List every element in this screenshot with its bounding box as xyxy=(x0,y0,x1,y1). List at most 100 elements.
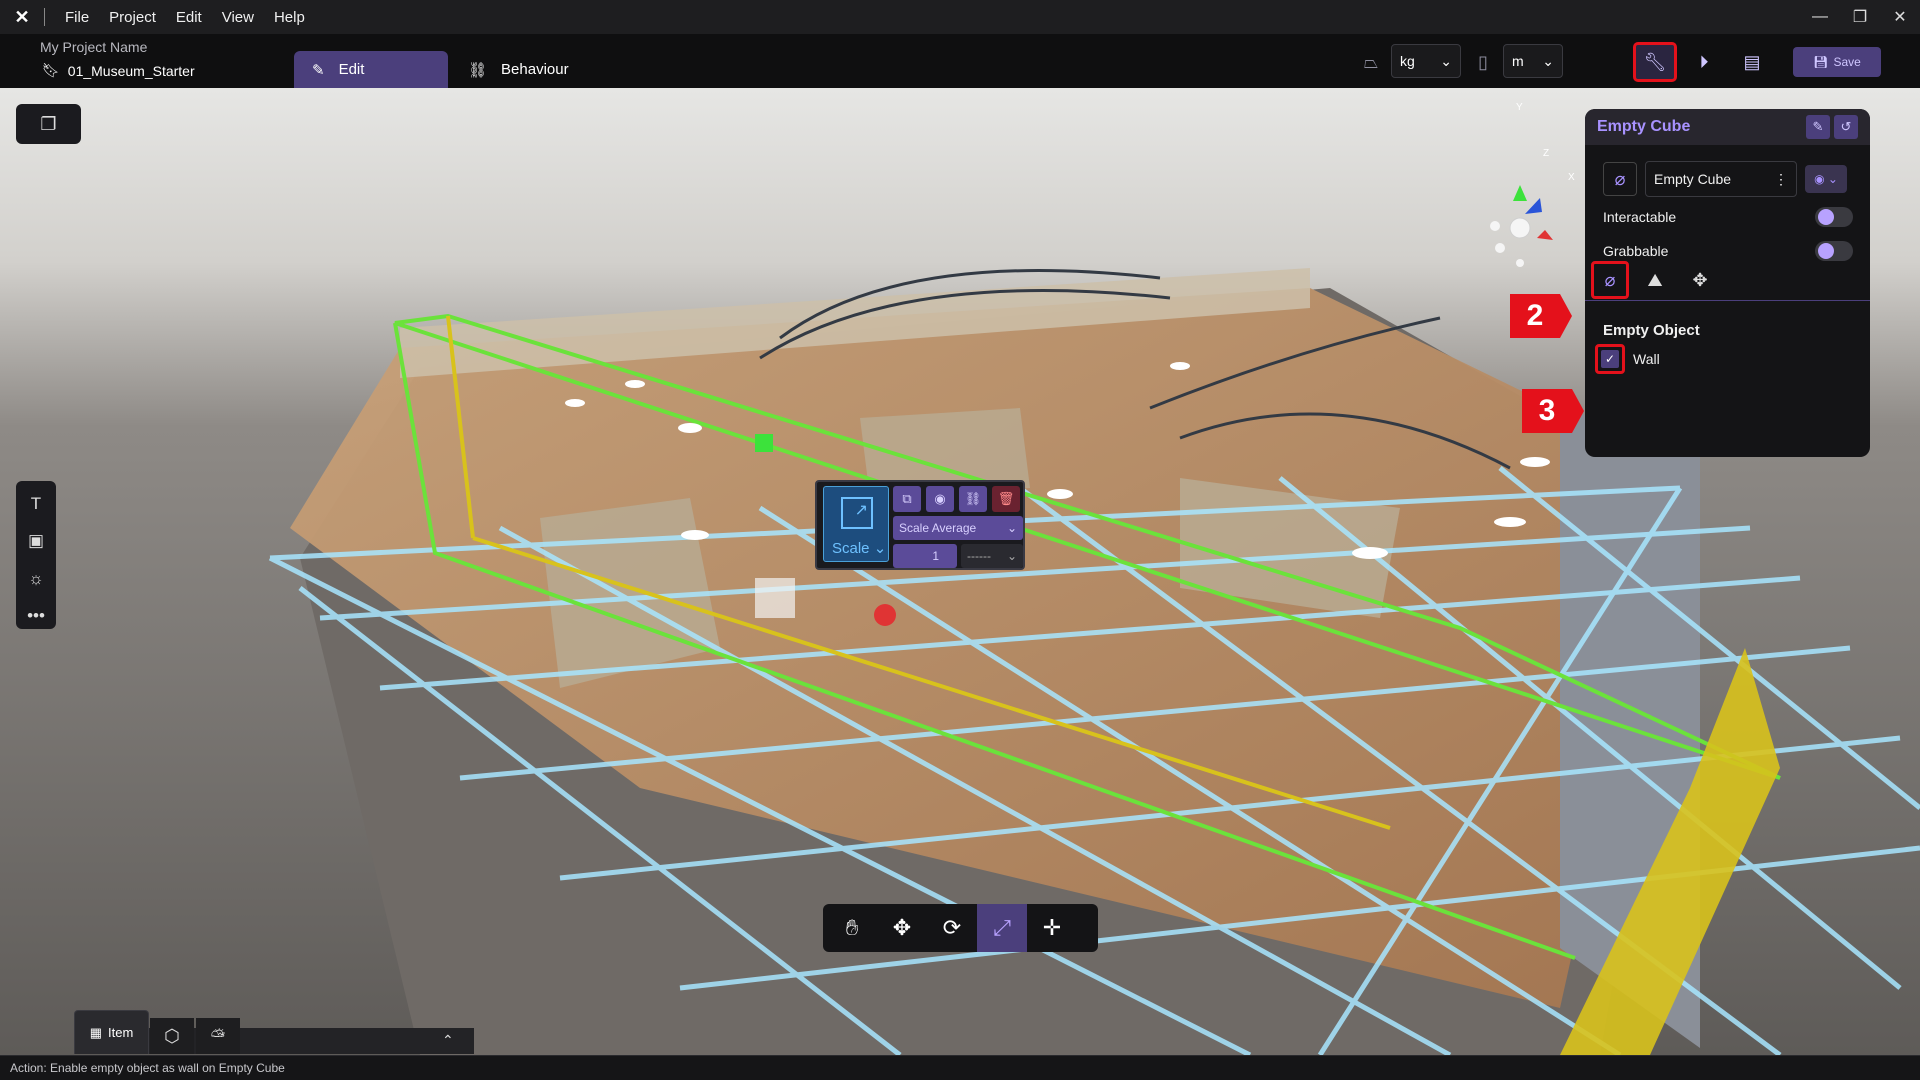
length-unit-select[interactable]: m ⌄ xyxy=(1503,44,1563,78)
properties-panel: Empty Cube ✎ ↺ ⌀ Empty Cube ⋮ ◉ ⌄ Intera… xyxy=(1585,109,1870,457)
link-button[interactable]: ⛓ xyxy=(959,486,987,512)
menu-bar: ✕ File Project Edit View Help — ❐ ✕ xyxy=(0,0,1920,34)
tab-behaviour[interactable]: ⛓ Behaviour xyxy=(450,51,600,88)
play-icon: ⏵ xyxy=(1699,51,1709,72)
save-icon: 💾︎ xyxy=(1813,55,1829,69)
menu-view[interactable]: View xyxy=(212,9,264,26)
restore-icon[interactable]: ❐ xyxy=(1840,0,1880,34)
tab-physics[interactable]: ⛰ xyxy=(1636,261,1674,299)
scale-type-select[interactable]: Scale Average ⌄ xyxy=(893,516,1023,540)
image-icon[interactable]: ▣ xyxy=(22,529,50,555)
save-button[interactable]: 💾︎ Save xyxy=(1793,47,1881,77)
ruler-icon: ▯ xyxy=(1478,51,1488,72)
save-label: Save xyxy=(1833,55,1861,69)
tab-edit[interactable]: ✎ Edit xyxy=(294,51,448,88)
empty-object-icon: ⌀ xyxy=(1603,162,1637,196)
behaviour-icon: ⛓ xyxy=(468,61,488,79)
transform-icon[interactable]: ✛ xyxy=(1027,904,1077,952)
asset-tab-item-label: Item xyxy=(108,1025,134,1040)
link-icon: ⛓ xyxy=(964,491,982,506)
move-icon[interactable]: ✥ xyxy=(877,904,927,952)
axis-label-z: Z xyxy=(1543,148,1550,159)
environment-icon: ⛅︎ xyxy=(210,1025,226,1046)
callout-3-number: 3 xyxy=(1522,389,1572,433)
grabbable-label: Grabbable xyxy=(1603,243,1669,259)
grabbable-row: Grabbable xyxy=(1603,241,1853,261)
menu-project[interactable]: Project xyxy=(99,9,166,26)
interactable-row: Interactable xyxy=(1603,207,1853,227)
length-unit-value: m xyxy=(1512,53,1524,69)
callout-2-number: 2 xyxy=(1510,294,1560,338)
chevron-down-icon: ⌄ xyxy=(1542,52,1554,69)
scale-mode-label: Scale ⌄ xyxy=(832,540,887,557)
grabbable-toggle[interactable] xyxy=(1815,241,1853,261)
cube-icon: ⬡ xyxy=(164,1025,180,1046)
tab-behaviour-label: Behaviour xyxy=(501,61,569,78)
delete-button[interactable]: 🗑︎ xyxy=(992,486,1020,512)
kebab-menu-icon[interactable]: ⋮ xyxy=(1774,171,1788,188)
scale-icon: ↗ xyxy=(841,497,873,529)
axis-select[interactable]: ------ ⌄ xyxy=(961,544,1023,568)
chevron-down-icon: ⌄ xyxy=(1440,52,1452,69)
object-name-value: Empty Cube xyxy=(1654,171,1732,187)
hand-icon[interactable]: ✋︎ xyxy=(827,904,877,952)
light-icon[interactable]: ☼ xyxy=(22,566,50,592)
publish-icon: ▤ xyxy=(1743,51,1761,72)
pencil-icon[interactable]: ✎ xyxy=(1806,115,1830,139)
publish-button[interactable]: ▤ xyxy=(1730,42,1774,82)
more-icon[interactable]: ••• xyxy=(22,604,50,630)
axis-label-y: Y xyxy=(1516,102,1523,113)
callout-3: 3 xyxy=(1522,389,1584,433)
status-bar: Action: Enable empty object as wall on E… xyxy=(0,1055,1920,1080)
check-icon: ✓ xyxy=(1601,350,1619,368)
layers-button[interactable]: ❐ xyxy=(16,104,81,144)
tab-empty-object[interactable]: ⌀ xyxy=(1591,261,1629,299)
scale-mode-button[interactable]: ↗ Scale ⌄ xyxy=(823,486,889,562)
reset-icon[interactable]: ↺ xyxy=(1834,115,1858,139)
chevron-down-icon: ⌄ xyxy=(1006,521,1017,535)
tools-button[interactable]: 🔧︎ xyxy=(1633,42,1677,82)
tab-transform[interactable]: ✥ xyxy=(1681,261,1719,299)
menu-file[interactable]: File xyxy=(55,9,99,26)
window-controls: — ❐ ✕ xyxy=(1800,0,1920,34)
menu-divider xyxy=(44,8,45,26)
menu-edit[interactable]: Edit xyxy=(166,9,212,26)
component-tabs: ⌀ ⛰ ✥ xyxy=(1585,259,1870,301)
eye-icon: ◉ xyxy=(934,491,946,506)
interactable-label: Interactable xyxy=(1603,209,1677,225)
asset-tab-objects[interactable]: ⬡ xyxy=(150,1018,194,1054)
eye-icon: ◉ ⌄ xyxy=(1814,172,1838,186)
interactable-toggle[interactable] xyxy=(1815,207,1853,227)
scene-selector[interactable]: 🔖︎ 01_Museum_Starter xyxy=(42,62,195,79)
insert-toolbar: T ▣ ☼ ••• xyxy=(16,481,56,629)
wrench-icon: 🔧︎ xyxy=(1643,51,1667,72)
chevron-up-icon[interactable]: ⌃ xyxy=(442,1032,454,1049)
close-icon[interactable]: ✕ xyxy=(1880,0,1920,34)
menu-help[interactable]: Help xyxy=(264,9,315,26)
asset-tab-environment[interactable]: ⛅︎ xyxy=(196,1018,240,1054)
duplicate-button[interactable]: ⧉ xyxy=(893,486,921,512)
wall-option: ✓ Wall xyxy=(1595,344,1660,374)
rotate-icon[interactable]: ⟳ xyxy=(927,904,977,952)
object-name-field[interactable]: Empty Cube ⋮ xyxy=(1645,161,1797,197)
section-title: Empty Object xyxy=(1603,322,1700,339)
play-button[interactable]: ⏵ xyxy=(1682,42,1726,82)
wall-label: Wall xyxy=(1633,351,1660,367)
layers-icon: ❐ xyxy=(40,113,57,134)
wall-checkbox[interactable]: ✓ xyxy=(1595,344,1625,374)
axis-value: ------ xyxy=(967,549,991,563)
app-logo-icon: ✕ xyxy=(14,6,30,27)
scale-icon[interactable]: ⤢ xyxy=(977,904,1027,952)
scene-name: 01_Museum_Starter xyxy=(67,62,195,79)
mass-unit-select[interactable]: kg ⌄ xyxy=(1391,44,1461,78)
object-visibility-button[interactable]: ◉ ⌄ xyxy=(1805,165,1847,193)
scale-value-input[interactable]: 1 xyxy=(893,544,957,568)
text-icon[interactable]: T xyxy=(22,491,50,517)
minimize-icon[interactable]: — xyxy=(1800,0,1840,34)
chevron-down-icon: ⌄ xyxy=(1006,549,1017,563)
callout-arrow-icon xyxy=(1572,389,1584,433)
item-icon: ▦ xyxy=(89,1024,102,1040)
visibility-button[interactable]: ◉ xyxy=(926,486,954,512)
asset-tab-item[interactable]: ▦ Item xyxy=(74,1010,149,1054)
scale-type-value: Scale Average xyxy=(899,521,977,535)
